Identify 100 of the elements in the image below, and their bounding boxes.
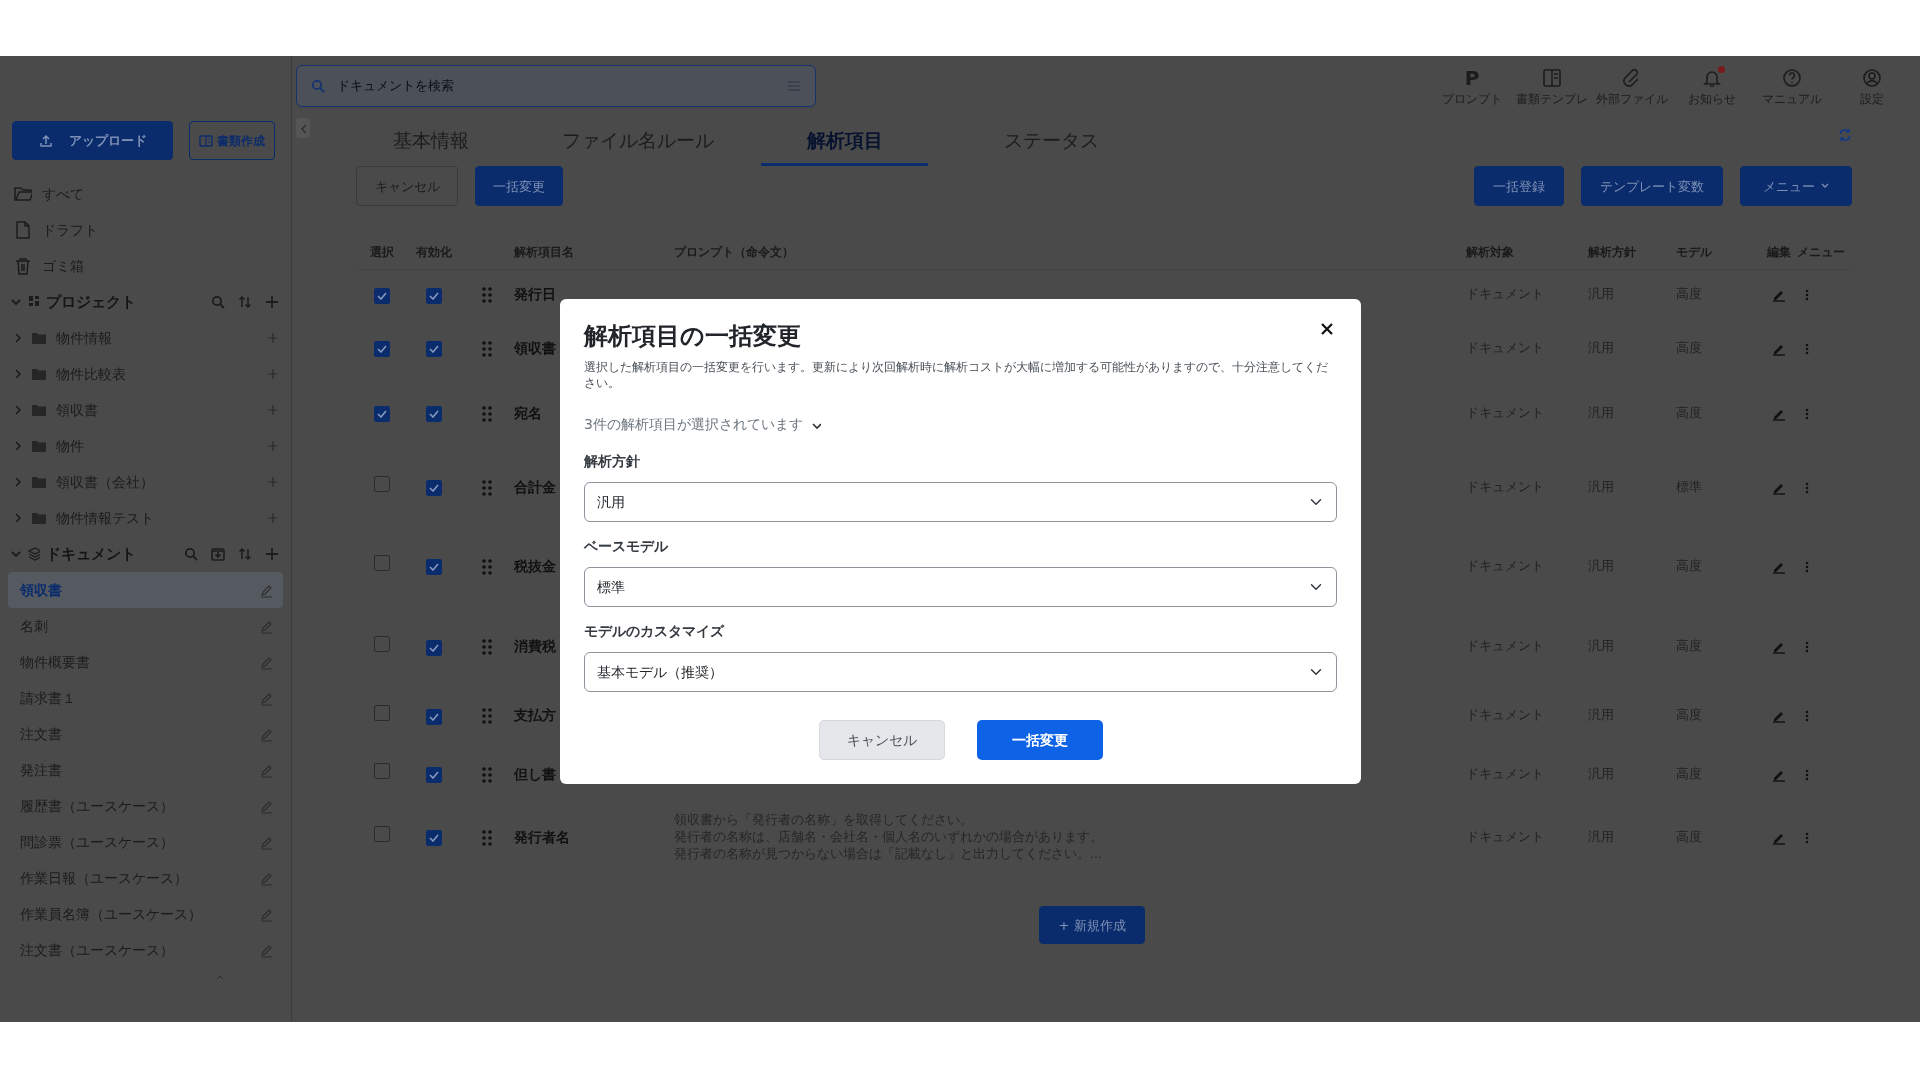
panel-icon [199, 133, 213, 148]
action-button[interactable]: 一括登録 [1474, 166, 1564, 207]
add-icon[interactable] [267, 440, 279, 452]
check-icon [429, 291, 439, 300]
pencil-icon[interactable] [1771, 709, 1786, 724]
checkbox[interactable] [374, 476, 390, 493]
close-icon[interactable] [1321, 323, 1333, 335]
pencil-icon[interactable] [1771, 288, 1786, 303]
item-name: 発行者名 [514, 827, 570, 847]
create-document-button[interactable]: 書類作成 [189, 121, 275, 160]
folder-icon [14, 185, 32, 203]
add-icon[interactable] [267, 404, 279, 416]
bulk-change-button[interactable]: 一括変更 [976, 720, 1103, 761]
add-icon[interactable] [267, 332, 279, 344]
modal-description: 選択した解析項目の一括変更を行います。更新により次回解析時に解析コストが大幅に増加する可能性がありますので、十分注意してください。 [584, 360, 1329, 393]
kebab-icon[interactable] [1805, 560, 1809, 573]
checkbox[interactable] [374, 341, 390, 358]
kebab-icon[interactable] [1805, 289, 1809, 302]
import-icon[interactable] [211, 547, 225, 561]
upload-button[interactable]: アップロード [12, 121, 173, 160]
folder-icon [32, 332, 46, 344]
new-button[interactable]: + 新規作成 [1039, 906, 1145, 945]
checkbox[interactable] [426, 406, 442, 423]
field-label: ベースモデル [584, 537, 669, 557]
search-icon[interactable] [184, 547, 198, 561]
drag-handle-icon[interactable] [482, 287, 492, 304]
checkbox[interactable] [426, 559, 442, 576]
tab[interactable]: 解析項目 [761, 118, 928, 167]
checkbox[interactable] [426, 767, 442, 784]
sort-icon[interactable] [238, 295, 252, 309]
drag-handle-icon[interactable] [482, 829, 492, 846]
checkbox[interactable] [374, 406, 390, 423]
search-input[interactable]: ドキュメントを検索 [335, 75, 777, 97]
kebab-icon[interactable] [1805, 641, 1809, 654]
kebab-icon[interactable] [1805, 710, 1809, 723]
checkbox[interactable] [426, 639, 442, 656]
collapse-sidebar-button[interactable] [296, 118, 310, 139]
kebab-icon[interactable] [1805, 481, 1809, 494]
search-bar[interactable]: ドキュメントを検索 [296, 65, 816, 107]
check-icon [429, 771, 439, 780]
search-icon[interactable] [211, 295, 225, 309]
checkbox[interactable] [374, 763, 390, 780]
checkbox[interactable] [426, 287, 442, 304]
refresh-icon[interactable] [1838, 128, 1852, 143]
drag-handle-icon[interactable] [482, 479, 492, 496]
checkbox[interactable] [374, 826, 390, 843]
check-icon [377, 345, 387, 354]
drag-handle-icon[interactable] [482, 639, 492, 656]
grid-icon [28, 295, 40, 309]
folder-icon [32, 404, 46, 416]
select-field[interactable]: 標準 [584, 567, 1337, 608]
checkbox[interactable] [426, 708, 442, 725]
action-button[interactable]: メニュー [1740, 166, 1852, 207]
kebab-icon[interactable] [1805, 768, 1809, 781]
folder-icon [32, 440, 46, 452]
check-icon [429, 712, 439, 721]
drag-handle-icon[interactable] [482, 766, 492, 783]
item-name: 発行日 [514, 285, 556, 305]
field-label: モデルのカスタマイズ [584, 622, 726, 642]
check-icon [429, 484, 439, 493]
add-icon[interactable] [267, 512, 279, 524]
pencil-icon[interactable] [1771, 640, 1786, 655]
folder-icon [32, 512, 46, 524]
item-name: 宛名 [514, 403, 542, 423]
kebab-icon[interactable] [1805, 407, 1809, 420]
select-field[interactable]: 基本モデル（推奨） [584, 652, 1337, 693]
item-name: 合計金 [514, 477, 556, 497]
modal-title: 解析項目の一括変更 [584, 321, 801, 352]
drag-handle-icon[interactable] [482, 708, 492, 725]
add-icon[interactable] [265, 295, 279, 309]
checkbox[interactable] [426, 480, 442, 497]
checkbox[interactable] [374, 555, 390, 572]
checkbox[interactable] [374, 635, 390, 652]
check-icon [429, 834, 439, 843]
check-icon [377, 410, 387, 419]
user-icon [1862, 68, 1882, 88]
bulk-change-button[interactable]: 一括変更 [475, 166, 563, 207]
item-name: 領収書 [514, 338, 556, 358]
folder-icon [32, 368, 46, 380]
add-icon[interactable] [267, 476, 279, 488]
cancel-button[interactable]: キャンセル [818, 720, 945, 761]
sort-icon[interactable] [238, 547, 252, 561]
add-icon[interactable] [265, 547, 279, 561]
select-field[interactable]: 汎用 [584, 482, 1337, 523]
add-icon[interactable] [267, 368, 279, 380]
check-icon [429, 643, 439, 652]
checkbox[interactable] [374, 287, 390, 304]
action-button[interactable]: テンプレート変数 [1581, 166, 1723, 207]
kebab-icon[interactable] [1805, 342, 1809, 355]
checkbox[interactable] [426, 341, 442, 358]
kebab-icon[interactable] [1805, 831, 1809, 844]
document-item[interactable]: 領収書 [8, 572, 283, 608]
checkbox[interactable] [426, 830, 442, 847]
bell-icon [1702, 68, 1722, 88]
drag-handle-icon[interactable] [482, 558, 492, 575]
item-name: 但し書 [514, 764, 556, 784]
checkbox[interactable] [374, 704, 390, 721]
check-icon [429, 345, 439, 354]
drag-handle-icon[interactable] [482, 340, 492, 357]
drag-handle-icon[interactable] [482, 405, 492, 422]
